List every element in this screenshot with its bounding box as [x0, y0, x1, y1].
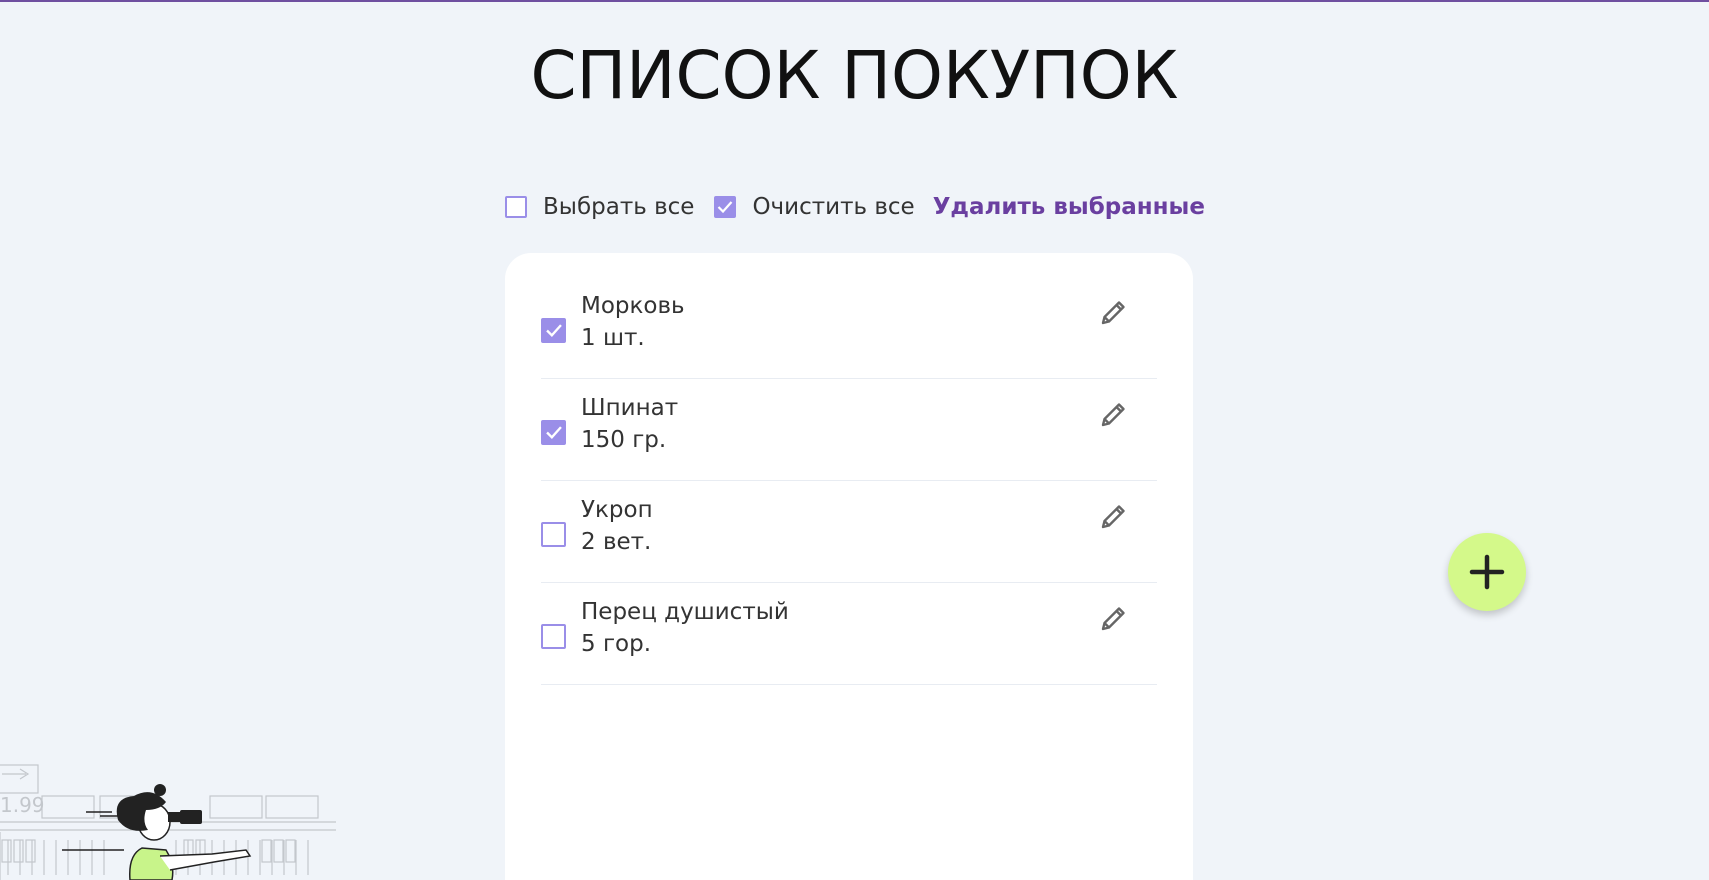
item-quantity: 2 вет.: [581, 529, 652, 555]
item-quantity: 150 гр.: [581, 427, 667, 453]
list-item: Укроп 2 вет.: [541, 481, 1157, 583]
item-text: Перец душистый 5 гор.: [581, 596, 789, 660]
page-title: СПИСОК ПОКУПОК: [530, 37, 1179, 114]
list-toolbar: Выбрать все Очистить все Удалить выбранн…: [505, 188, 1205, 226]
item-checkbox[interactable]: [541, 522, 566, 547]
plus-icon: [1469, 554, 1505, 590]
list-item: Перец душистый 5 гор.: [541, 583, 1157, 685]
edit-item-button[interactable]: [1095, 601, 1131, 637]
item-quantity: 5 гор.: [581, 631, 652, 657]
item-text: Укроп 2 вет.: [581, 494, 653, 558]
item-checkbox[interactable]: [541, 420, 566, 445]
delete-selected-link[interactable]: Удалить выбранные: [933, 194, 1205, 220]
item-checkbox[interactable]: [541, 624, 566, 649]
clear-all-checkbox[interactable]: [714, 196, 737, 218]
item-name: Перец душистый: [581, 599, 789, 625]
item-text: Морковь 1 шт.: [581, 290, 685, 354]
price-tag-text: 1.99: [0, 793, 45, 817]
select-all-checkbox[interactable]: [505, 196, 527, 218]
shopping-list: Морковь 1 шт. Шпинат 150 гр. Укроп 2 вет…: [541, 277, 1157, 685]
person-with-binoculars-illustration: 1.99: [0, 764, 336, 880]
list-item: Морковь 1 шт.: [541, 277, 1157, 379]
item-text: Шпинат 150 гр.: [581, 392, 678, 456]
clear-all-label[interactable]: Очистить все: [752, 194, 914, 220]
top-border: [0, 0, 1709, 2]
item-name: Шпинат: [581, 395, 679, 421]
select-all-label[interactable]: Выбрать все: [543, 194, 694, 220]
shopping-list-card: Морковь 1 шт. Шпинат 150 гр. Укроп 2 вет…: [505, 253, 1193, 880]
pencil-icon: [1101, 505, 1125, 529]
list-item: Шпинат 150 гр.: [541, 379, 1157, 481]
pencil-icon: [1101, 301, 1125, 325]
edit-item-button[interactable]: [1095, 499, 1131, 535]
add-item-button[interactable]: [1448, 533, 1526, 611]
item-name: Укроп: [581, 497, 653, 523]
item-checkbox[interactable]: [541, 318, 566, 343]
pencil-icon: [1101, 403, 1125, 427]
item-name: Морковь: [581, 293, 685, 319]
shopping-list-page: СПИСОК ПОКУПОК Выбрать все Очистить все …: [0, 0, 1709, 880]
edit-item-button[interactable]: [1095, 295, 1131, 331]
item-quantity: 1 шт.: [581, 325, 645, 351]
pencil-icon: [1101, 607, 1125, 631]
edit-item-button[interactable]: [1095, 397, 1131, 433]
